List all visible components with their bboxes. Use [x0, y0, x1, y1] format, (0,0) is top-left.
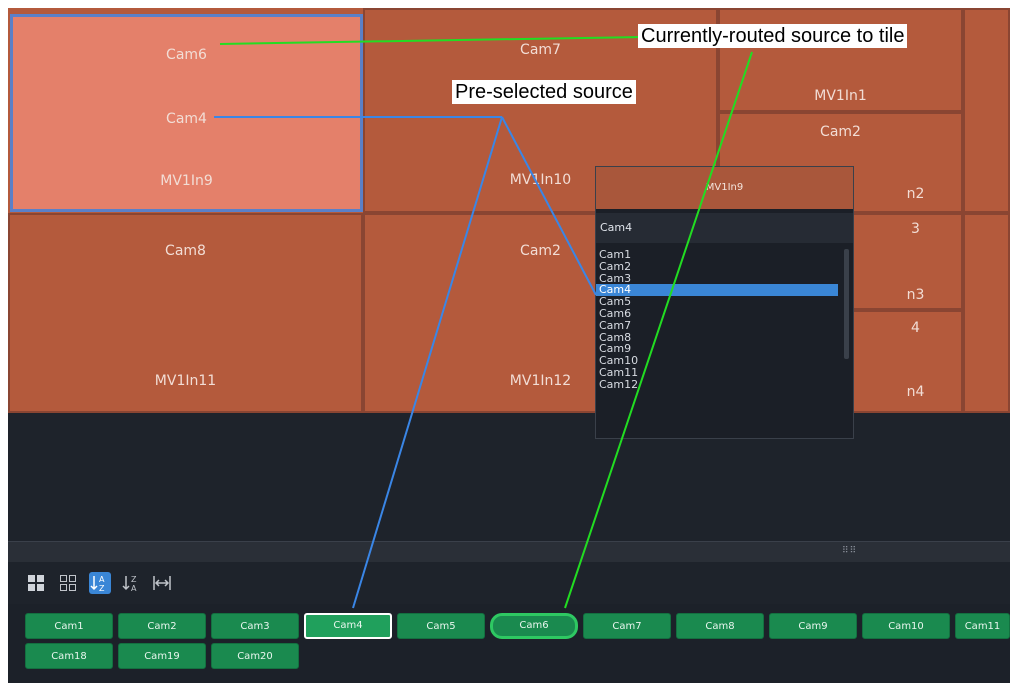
dropdown-scrollbar[interactable] [844, 249, 849, 359]
tile-edge[interactable] [963, 213, 1010, 413]
callout-preselected-source: Pre-selected source [452, 80, 636, 104]
multiviewer-editor: Cam6 Cam4 MV1In9 Cam7 MV1In10 MV1In1 Cam… [0, 0, 1010, 683]
tile-input-label: MV1In9 [160, 173, 213, 189]
grid-outline-icon[interactable] [58, 572, 80, 594]
multiviewer-wall: Cam6 Cam4 MV1In9 Cam7 MV1In10 MV1In1 Cam… [8, 8, 1010, 413]
source-button-cam5[interactable]: Cam5 [397, 613, 485, 639]
tile-edge[interactable] [963, 8, 1010, 213]
source-button-cam10[interactable]: Cam10 [862, 613, 950, 639]
source-button-cam6[interactable]: Cam6 [490, 613, 578, 639]
source-button-cam4[interactable]: Cam4 [304, 613, 392, 639]
dropdown-option[interactable]: Cam3 [596, 272, 838, 285]
svg-text:Z: Z [99, 584, 105, 593]
dropdown-option[interactable]: Cam5 [596, 296, 838, 308]
panel-splitter[interactable] [8, 541, 1010, 562]
dropdown-option[interactable]: Cam2 [596, 260, 838, 273]
dropdown-option[interactable]: Cam12 [596, 378, 838, 391]
dropdown-selected-value[interactable]: Cam4 [596, 213, 853, 243]
tile-preselected-source: Cam4 [166, 111, 207, 127]
dropdown-option-list: Cam1 Cam2 Cam3 Cam4 Cam5 Cam6 Cam7 Cam8 Cam9 Cam1… [596, 249, 853, 391]
svg-text:A: A [99, 575, 105, 584]
source-button-cam20[interactable]: Cam20 [211, 643, 299, 669]
source-button-cam2[interactable]: Cam2 [118, 613, 206, 639]
dropdown-tile-header: MV1In9 [596, 167, 853, 209]
dropdown-option[interactable]: Cam11 [596, 367, 838, 379]
source-button-cam19[interactable]: Cam19 [118, 643, 206, 669]
tile-current-source: Cam8 [165, 243, 206, 259]
tile-input-label: MV1In1 [814, 88, 867, 104]
source-button-cam3[interactable]: Cam3 [211, 613, 299, 639]
tile-mv1in11[interactable]: Cam8 MV1In11 [8, 213, 363, 413]
source-button-cam1[interactable]: Cam1 [25, 613, 113, 639]
dropdown-option[interactable]: Cam8 [596, 331, 838, 344]
tile-current-source: Cam2 [820, 124, 861, 140]
tile-mv1in9[interactable]: Cam6 Cam4 MV1In9 [10, 14, 363, 212]
source-select-dropdown[interactable]: MV1In9 Cam4 Cam1 Cam2 Cam3 Cam4 Cam5 Cam6 Cam7… [595, 166, 854, 439]
dropdown-option[interactable]: Cam4 [596, 284, 838, 297]
source-button-cam9[interactable]: Cam9 [769, 613, 857, 639]
svg-text:A: A [131, 584, 137, 593]
fit-width-icon[interactable] [151, 572, 173, 594]
grid-layout-icon[interactable] [26, 572, 48, 594]
splitter-grip-icon[interactable]: ⠿⠿ [842, 546, 857, 556]
sort-descending-icon[interactable]: ZA [121, 572, 143, 594]
dropdown-option[interactable]: Cam1 [596, 249, 838, 261]
source-button-cam11[interactable]: Cam11 [955, 613, 1010, 639]
svg-text:Z: Z [131, 575, 137, 584]
tile-current-source: Cam6 [166, 47, 207, 63]
dropdown-option[interactable]: Cam6 [596, 308, 838, 320]
sort-ascending-icon[interactable]: AZ [89, 572, 111, 594]
source-button-cam8[interactable]: Cam8 [676, 613, 764, 639]
dropdown-option[interactable]: Cam7 [596, 319, 838, 332]
tile-input-label: MV1In11 [154, 373, 217, 389]
source-button-cam7[interactable]: Cam7 [583, 613, 671, 639]
callout-current-source: Currently-routed source to tile [638, 24, 908, 48]
source-button-cam18[interactable]: Cam18 [25, 643, 113, 669]
canvas-empty-area [8, 413, 1010, 541]
